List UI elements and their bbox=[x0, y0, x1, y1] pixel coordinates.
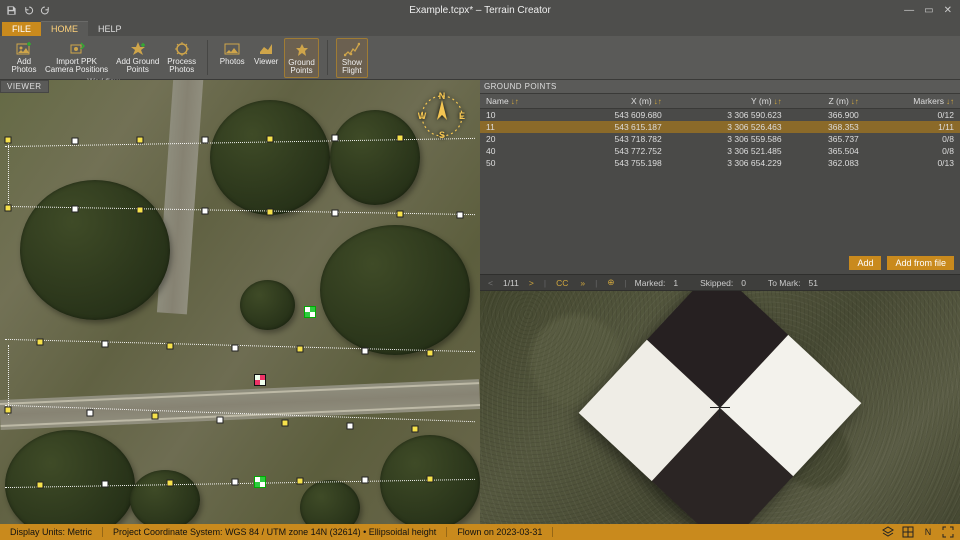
import-ppk-icon bbox=[68, 40, 86, 58]
view-grid-icon[interactable] bbox=[902, 526, 914, 538]
svg-text:W: W bbox=[418, 111, 427, 121]
maximize-button[interactable]: ▭ bbox=[924, 5, 933, 16]
marking-toolbar: < 1/11 > | CC » | ⊕ | Marked: 1 Skipped:… bbox=[480, 274, 960, 291]
cc-next-button[interactable]: » bbox=[578, 278, 587, 288]
svg-text:N: N bbox=[439, 92, 446, 101]
close-button[interactable]: ✕ bbox=[944, 5, 952, 16]
status-bar: Display Units: Metric Project Coordinate… bbox=[0, 524, 960, 540]
marker-photo-view[interactable] bbox=[480, 291, 960, 524]
save-icon[interactable] bbox=[6, 5, 17, 16]
viewer-icon bbox=[257, 40, 275, 58]
photos-icon bbox=[223, 40, 241, 58]
ribbon: AddPhotos Import PPKCamera Positions Add… bbox=[0, 36, 960, 80]
process-photos-button[interactable]: ProcessPhotos bbox=[164, 38, 199, 76]
workspace: VIEWER bbox=[0, 80, 960, 524]
status-display-units[interactable]: Display Units: Metric bbox=[0, 527, 103, 537]
quick-access-toolbar bbox=[0, 5, 57, 16]
tomark-value: 51 bbox=[809, 278, 818, 288]
photo-counter: 1/11 bbox=[503, 278, 519, 288]
table-row[interactable]: 11543 615.1873 306 526.463368.3531/11 bbox=[480, 121, 960, 133]
tab-help[interactable]: HELP bbox=[88, 22, 132, 36]
table-row[interactable]: 40543 772.7523 306 521.485365.5040/8 bbox=[480, 145, 960, 157]
svg-text:E: E bbox=[459, 111, 465, 121]
tomark-label: To Mark: bbox=[768, 278, 801, 288]
show-flight-button[interactable]: ShowFlight bbox=[336, 38, 368, 78]
photos-view-button[interactable]: Photos bbox=[216, 38, 248, 78]
compass[interactable]: N S E W bbox=[418, 92, 466, 140]
compass-toggle-icon[interactable]: N bbox=[922, 526, 934, 538]
ground-points-header: GROUND POINTS bbox=[480, 80, 960, 94]
next-photo-button[interactable]: > bbox=[527, 278, 536, 288]
title-bar: Example.tcpx* – Terrain Creator — ▭ ✕ bbox=[0, 0, 960, 20]
col-name[interactable]: Name↓↑ bbox=[480, 94, 561, 109]
col-y[interactable]: Y (m)↓↑ bbox=[668, 94, 788, 109]
ground-point-icon bbox=[129, 40, 147, 58]
skipped-value: 0 bbox=[741, 278, 746, 288]
ribbon-tab-strip: FILE HOME HELP bbox=[0, 20, 960, 36]
cc-button[interactable]: CC bbox=[554, 278, 570, 288]
add-from-file-button[interactable]: Add from file bbox=[887, 256, 954, 270]
ground-points-buttons: Add Add from file bbox=[480, 252, 960, 274]
right-panel: GROUND POINTS Name↓↑ X (m)↓↑ Y (m)↓↑ Z (… bbox=[480, 80, 960, 524]
tab-file[interactable]: FILE bbox=[2, 22, 41, 36]
minimize-button[interactable]: — bbox=[904, 5, 914, 16]
gcp-marker[interactable] bbox=[255, 375, 265, 385]
ribbon-group-view-modes: Photos Viewer GroundPoints View Modes bbox=[212, 38, 323, 77]
ground-points-table[interactable]: Name↓↑ X (m)↓↑ Y (m)↓↑ Z (m)↓↑ Markers↓↑… bbox=[480, 94, 960, 252]
fullscreen-icon[interactable] bbox=[942, 526, 954, 538]
add-photos-button[interactable]: AddPhotos bbox=[8, 38, 40, 76]
view-layers-icon[interactable] bbox=[882, 526, 894, 538]
viewer-panel-tab[interactable]: VIEWER bbox=[0, 80, 49, 93]
window-title: Example.tcpx* – Terrain Creator bbox=[409, 5, 551, 16]
add-photos-icon bbox=[15, 40, 33, 58]
add-ground-points-button[interactable]: Add GroundPoints bbox=[113, 38, 162, 76]
status-flown: Flown on 2023-03-31 bbox=[447, 527, 553, 537]
process-icon bbox=[173, 40, 191, 58]
col-markers[interactable]: Markers↓↑ bbox=[865, 94, 960, 109]
gcp-marker-selected[interactable] bbox=[305, 307, 315, 317]
col-z[interactable]: Z (m)↓↑ bbox=[788, 94, 865, 109]
svg-text:S: S bbox=[439, 130, 445, 140]
tab-home[interactable]: HOME bbox=[41, 21, 88, 36]
add-button[interactable]: Add bbox=[849, 256, 881, 270]
ground-points-view-button[interactable]: GroundPoints bbox=[284, 38, 319, 78]
col-x[interactable]: X (m)↓↑ bbox=[561, 94, 668, 109]
redo-icon[interactable] bbox=[40, 5, 51, 16]
gcp-marker-selected[interactable] bbox=[255, 477, 265, 487]
target-tool-icon[interactable]: ⊕ bbox=[605, 277, 616, 288]
ribbon-group-viewer: ShowFlight Viewer bbox=[332, 38, 372, 77]
table-row[interactable]: 20543 718.7823 306 559.586365.7370/8 bbox=[480, 133, 960, 145]
aerial-viewer[interactable]: N S E W bbox=[0, 80, 480, 524]
marked-value: 1 bbox=[673, 278, 678, 288]
flight-icon bbox=[343, 41, 361, 59]
table-row[interactable]: 50543 755.1983 306 654.229362.0830/13 bbox=[480, 157, 960, 169]
skipped-label: Skipped: bbox=[700, 278, 733, 288]
ground-points-icon bbox=[293, 41, 311, 59]
status-crs[interactable]: Project Coordinate System: WGS 84 / UTM … bbox=[103, 527, 447, 537]
window-controls: — ▭ ✕ bbox=[896, 5, 960, 16]
marked-label: Marked: bbox=[635, 278, 666, 288]
viewer-view-button[interactable]: Viewer bbox=[250, 38, 282, 78]
ribbon-group-workflow: AddPhotos Import PPKCamera Positions Add… bbox=[4, 38, 203, 77]
import-ppk-button[interactable]: Import PPKCamera Positions bbox=[42, 38, 111, 76]
table-row[interactable]: 10543 609.6803 306 590.623366.9000/12 bbox=[480, 109, 960, 122]
prev-photo-button[interactable]: < bbox=[486, 278, 495, 288]
undo-icon[interactable] bbox=[23, 5, 34, 16]
